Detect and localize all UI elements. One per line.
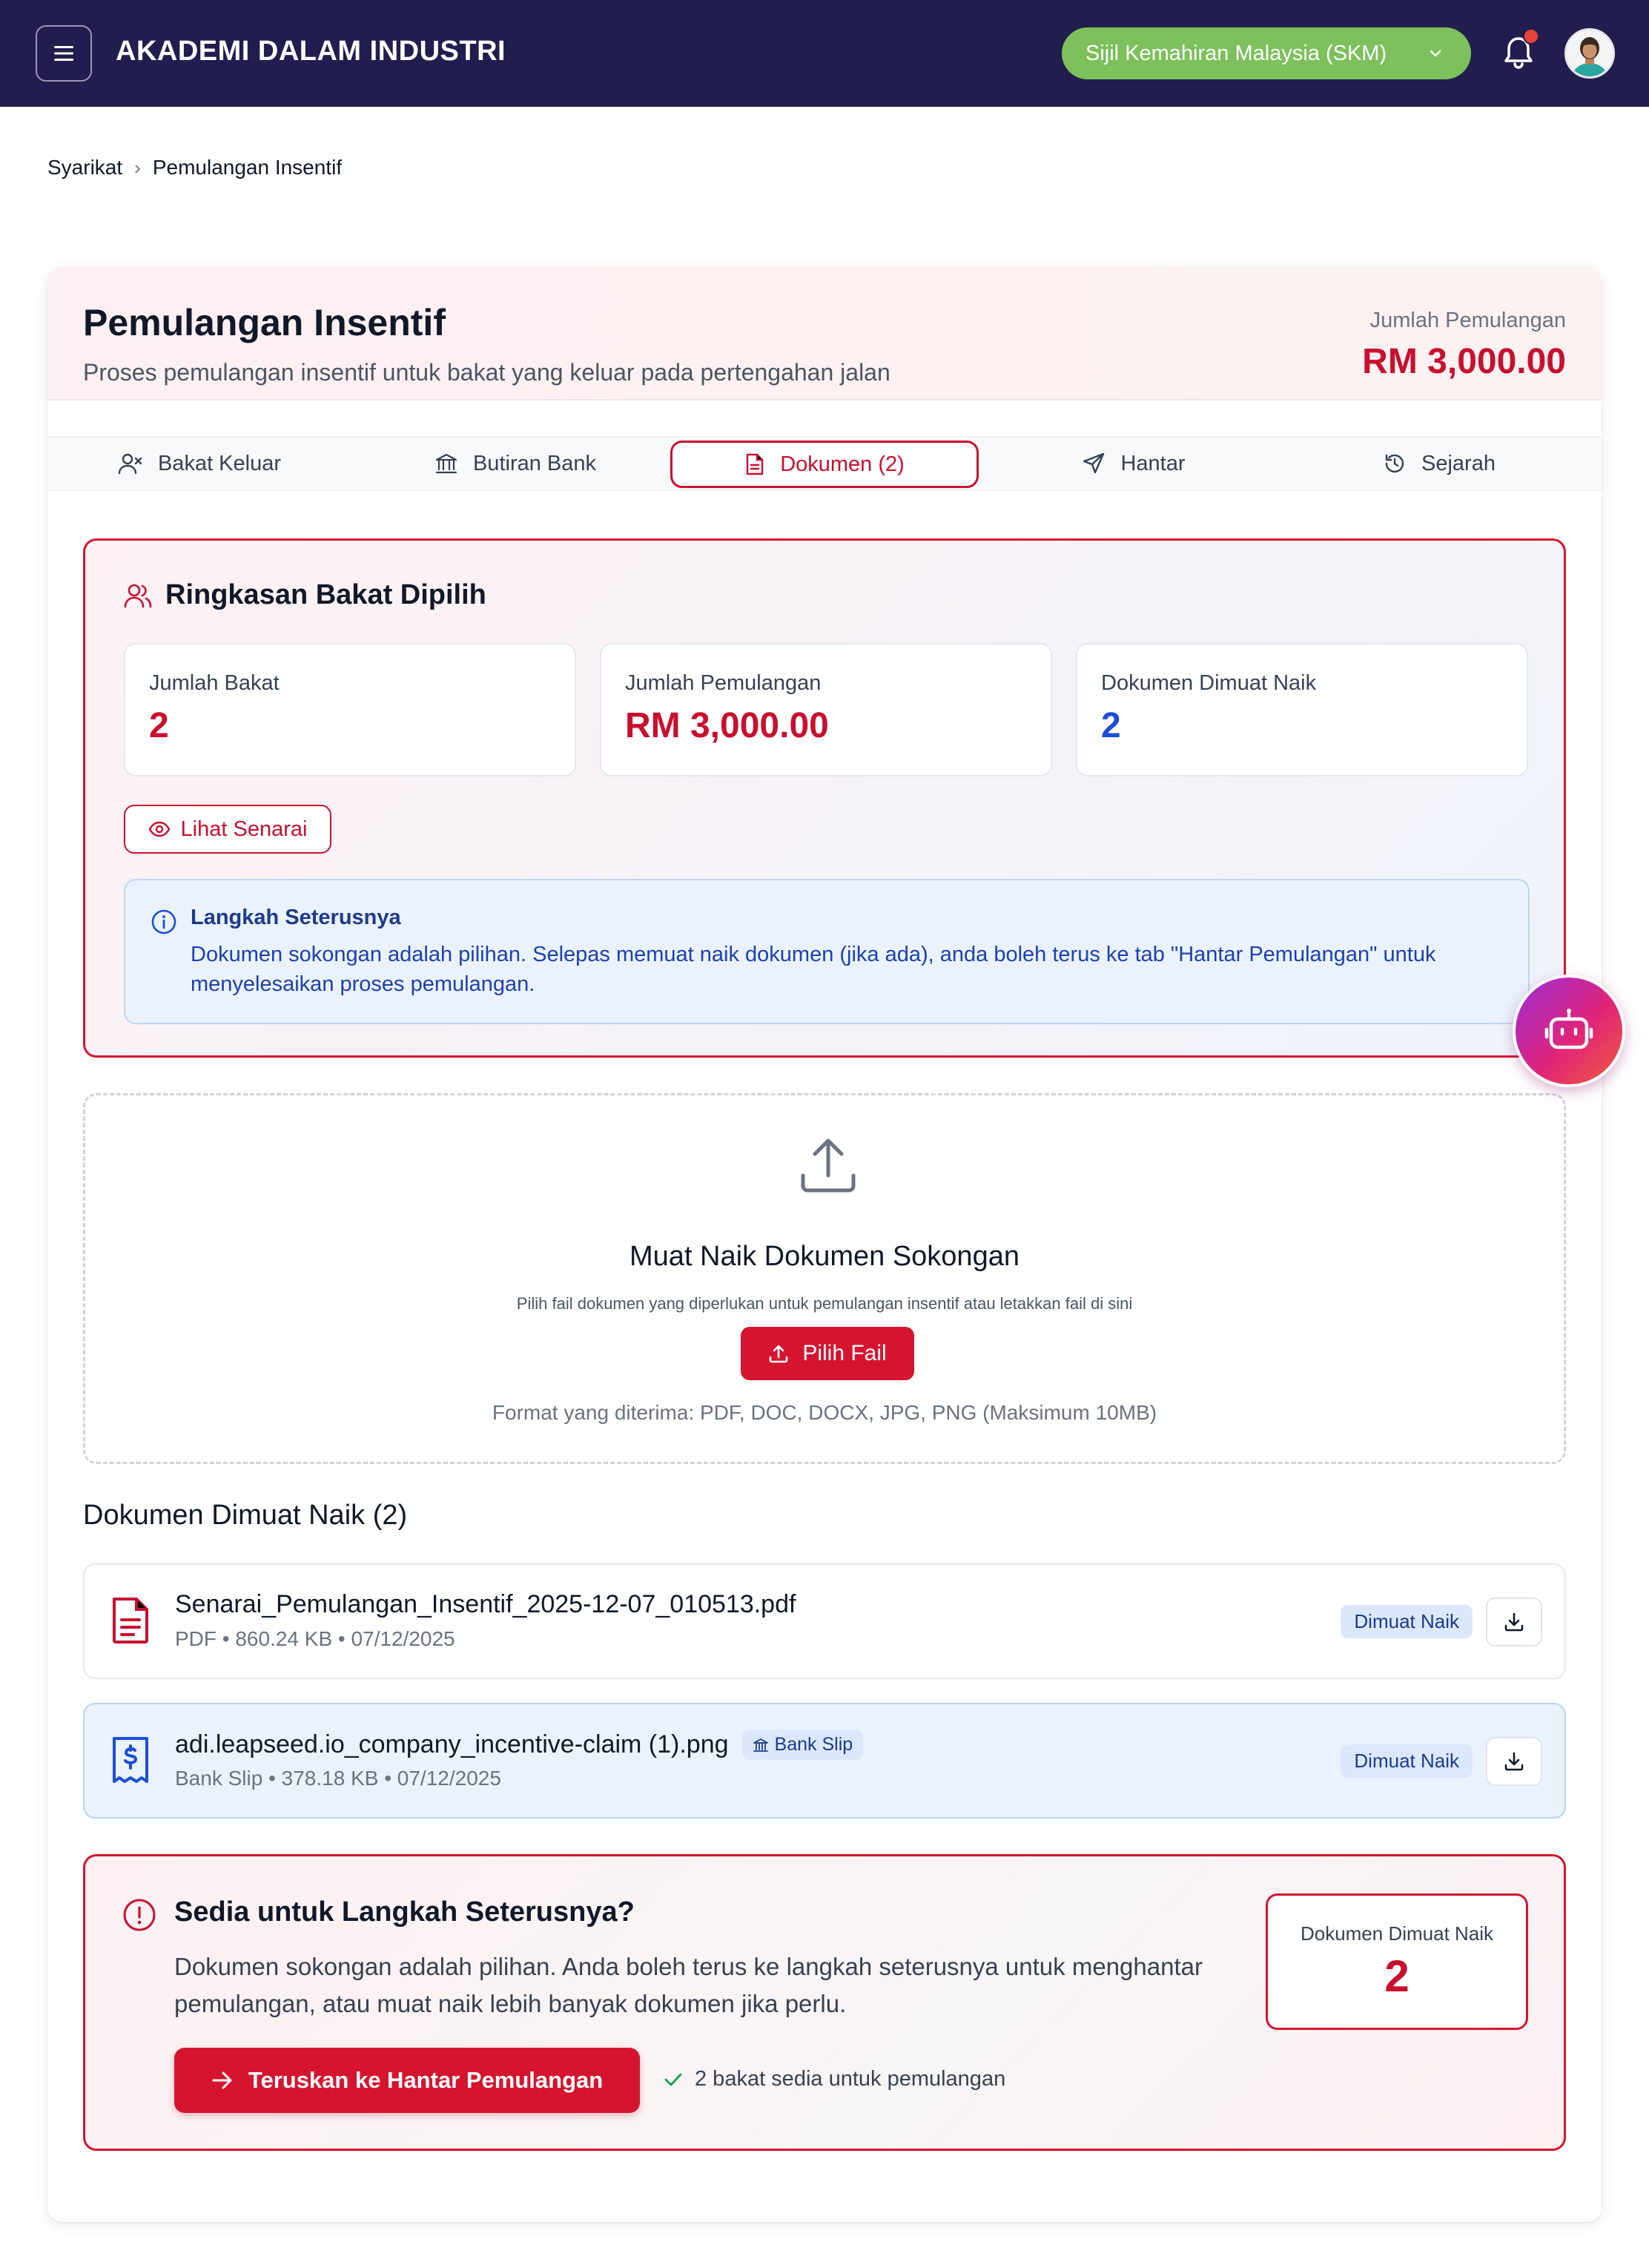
total-return-label: Jumlah Pemulangan [1369,309,1566,332]
download-icon [1504,1752,1524,1771]
selected-talent-summary: Ringkasan Bakat Dipilih Jumlah Bakat 2 J… [83,538,1566,1058]
user-x-icon [118,453,142,475]
document-filename: Senarai_Pemulangan_Insentif_2025-12-07_0… [175,1590,796,1618]
ready-note-text: 2 bakat sedia untuk pemulangan [695,2067,1006,2091]
tab-label: Bakat Keluar [157,451,282,475]
upload-icon [770,1345,788,1363]
top-navbar: AKADEMI DALAM INDUSTRI Sijil Kemahiran M… [0,0,1649,107]
pdf-file-icon [113,1598,148,1644]
stat-value: 2 [149,706,169,745]
program-select-value: Sijil Kemahiran Malaysia (SKM) [1085,41,1387,65]
stat-value: 2 [1101,706,1121,745]
summary-title-text: Ringkasan Bakat Dipilih [165,579,486,610]
tab-label: Sejarah [1421,451,1496,475]
document-filename: adi.leapseed.io_company_incentive-claim … [175,1730,729,1758]
eye-icon [148,821,170,837]
ready-title: Sedia untuk Langkah Seterusnya? [174,1896,635,1928]
upload-dropzone[interactable]: Muat Naik Dokumen Sokongan Pilih fail do… [83,1093,1566,1464]
stat-card-jumlah-bakat: Jumlah Bakat 2 [124,643,576,777]
tab-butiran-bank[interactable]: Butiran Bank [393,438,638,489]
view-list-label: Lihat Senarai [180,817,308,841]
proceed-to-submit-button[interactable]: Teruskan ke Hantar Pemulangan [174,2048,640,2113]
page-header: Pemulangan Insentif Proses pemulangan in… [47,267,1602,400]
tab-label: Butiran Bank [472,451,597,475]
users-icon [124,584,152,607]
upload-title: Muat Naik Dokumen Sokongan [629,1241,1020,1272]
info-icon [123,1899,156,1931]
receipt-icon [113,1737,148,1783]
bank-icon [753,1738,768,1752]
avatar-image [1567,30,1613,76]
chevron-down-icon [1430,50,1441,57]
tab-label: Hantar [1120,451,1186,475]
robot-icon [1544,1009,1593,1049]
arrow-right-icon [212,2071,232,2089]
download-button[interactable] [1486,1598,1542,1646]
choose-file-button[interactable]: Pilih Fail [741,1327,914,1380]
download-icon [1504,1612,1524,1632]
next-step-info: Langkah Seterusnya Dokumen sokongan adal… [124,879,1530,1024]
stat-label: Jumlah Pemulangan [625,671,822,695]
notification-dot [1523,28,1539,44]
tab-bar: Bakat Keluar Butiran Bank Dokumen (2) Ha… [47,436,1602,491]
status-badge: Dimuat Naik [1341,1605,1473,1638]
user-avatar[interactable] [1564,28,1615,79]
stat-label: Dokumen Dimuat Naik [1101,671,1317,695]
ready-note: 2 bakat sedia untuk pemulangan [664,2067,1005,2091]
document-meta: Bank Slip • 378.18 KB • 07/12/2025 [175,1767,501,1790]
tab-bakat-keluar[interactable]: Bakat Keluar [77,438,322,489]
breadcrumb-item-syarikat[interactable]: Syarikat [47,156,122,179]
send-icon [1083,452,1105,474]
choose-file-label: Pilih Fail [802,1341,887,1365]
stat-card-jumlah-pemulangan: Jumlah Pemulangan RM 3,000.00 [600,643,1052,777]
summary-title: Ringkasan Bakat Dipilih [124,579,486,611]
view-list-button[interactable]: Lihat Senarai [124,805,331,854]
total-return-value: RM 3,000.00 [1362,342,1566,381]
uploaded-count-label: Dokumen Dimuat Naik [1300,1922,1494,1945]
breadcrumb-separator: › [134,156,141,179]
bank-icon [435,453,457,474]
document-item: Senarai_Pemulangan_Insentif_2025-12-07_0… [83,1563,1566,1679]
app-title: AKADEMI DALAM INDUSTRI [116,36,506,67]
upload-icon [801,1138,856,1193]
main-card: Pemulangan Insentif Proses pemulangan in… [47,267,1602,2222]
stat-value: RM 3,000.00 [625,706,829,745]
uploaded-docs-heading: Dokumen Dimuat Naik (2) [83,1500,408,1531]
uploaded-count-card: Dokumen Dimuat Naik 2 [1266,1893,1528,2030]
hamburger-icon [54,46,73,61]
document-icon [746,453,764,475]
accepted-formats: Format yang diterima: PDF, DOC, DOCX, JP… [492,1401,1157,1424]
upload-subtitle: Pilih fail dokumen yang diperlukan untuk… [516,1294,1133,1313]
tab-hantar[interactable]: Hantar [1011,438,1256,489]
ready-text: Dokumen sokongan adalah pilihan. Anda bo… [174,1953,1203,2017]
info-title: Langkah Seterusnya [191,906,401,929]
tab-label: Dokumen (2) [780,452,905,476]
info-icon [151,909,176,934]
ready-next-step-panel: Sedia untuk Langkah Seterusnya? Dokumen … [83,1854,1566,2151]
document-name: Senarai_Pemulangan_Insentif_2025-12-07_0… [175,1590,796,1619]
download-button[interactable] [1486,1737,1542,1786]
tab-sejarah[interactable]: Sejarah [1317,438,1562,489]
breadcrumb-item-current: Pemulangan Insentif [152,156,343,179]
document-type-tag-label: Bank Slip [774,1734,853,1755]
chatbot-button[interactable] [1513,975,1625,1087]
status-badge: Dimuat Naik [1341,1744,1473,1778]
info-text: Dokumen sokongan adalah pilihan. Selepas… [191,943,1436,996]
stat-card-dokumen: Dokumen Dimuat Naik 2 [1076,643,1528,777]
uploaded-count-value: 2 [1384,1951,1410,2001]
page-subtitle: Proses pemulangan insentif untuk bakat y… [83,359,890,386]
document-item: adi.leapseed.io_company_incentive-claim … [83,1703,1566,1819]
page-title: Pemulangan Insentif [83,302,446,343]
menu-button[interactable] [36,25,92,82]
breadcrumb: Syarikat › Pemulangan Insentif [47,156,342,179]
document-meta: PDF • 860.24 KB • 07/12/2025 [175,1627,455,1650]
stat-label: Jumlah Bakat [149,671,280,695]
document-type-tag: Bank Slip [741,1730,864,1760]
program-select[interactable]: Sijil Kemahiran Malaysia (SKM) [1062,27,1471,79]
tab-dokumen[interactable]: Dokumen (2) [670,441,979,488]
proceed-button-label: Teruskan ke Hantar Pemulangan [248,2067,604,2093]
document-name: adi.leapseed.io_company_incentive-claim … [175,1730,864,1760]
history-icon [1385,454,1404,473]
check-icon [664,2073,682,2086]
